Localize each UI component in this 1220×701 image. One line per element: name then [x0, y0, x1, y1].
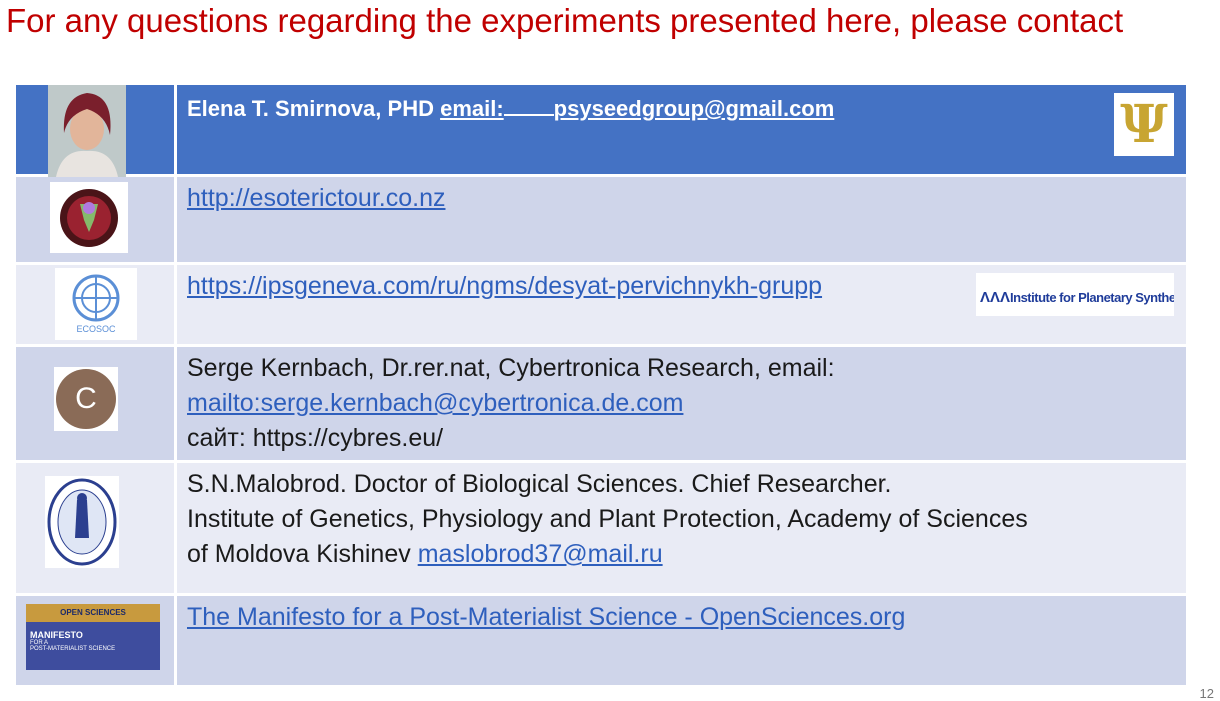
malobrod-line1: S.N.Malobrod. Doctor of Biological Scien… — [187, 470, 892, 498]
esoterictour-link[interactable]: http://esoterictour.co.nz — [187, 184, 445, 212]
photo-cell — [16, 85, 177, 177]
page-number: 12 — [1199, 686, 1214, 701]
underline-gap — [503, 94, 554, 116]
ecosoc-label: ECOSOC — [76, 324, 116, 334]
contact-cell: Elena T. Smirnova, PHD email: psyseedgrou… — [177, 85, 1186, 174]
contact-cell: https://ipsgeneva.com/ru/ngms/desyat-per… — [177, 265, 1186, 344]
slide-title: For any questions regarding the experime… — [6, 2, 1124, 39]
malobrod-line3: of Moldova Kishinev — [187, 540, 418, 568]
esoteric-globe-logo — [50, 182, 128, 253]
thumbnail-cell: OPEN SCIENCES MANIFESTO FOR A POST-MATER… — [16, 596, 177, 685]
contact-cell: The Manifesto for a Post-Materialist Sci… — [177, 596, 1186, 685]
avatar: C — [56, 369, 116, 429]
academy-seal-logo — [45, 476, 119, 568]
thumb-sub2: POST-MATERIALIST SCIENCE — [30, 646, 116, 652]
portrait-photo — [48, 85, 126, 177]
contact-row-malobrod: S.N.Malobrod. Doctor of Biological Scien… — [16, 463, 1186, 596]
ips-logo: ΛΛΛInstitute for Planetary Synthesis — [976, 273, 1174, 316]
contact-row-smirnova: Elena T. Smirnova, PHD email: psyseedgrou… — [16, 85, 1186, 177]
contact-row-kernbach: C Serge Kernbach, Dr.rer.nat, Cybertroni… — [16, 347, 1186, 463]
kernbach-email-link[interactable]: mailto:serge.kernbach@cybertronica.de.co… — [187, 389, 683, 417]
psi-icon: Ψ — [1120, 94, 1168, 155]
contacts-table: Elena T. Smirnova, PHD email: psyseedgrou… — [16, 85, 1186, 688]
kernbach-line: Serge Kernbach, Dr.rer.nat, Cybertronica… — [187, 354, 835, 382]
logo-cell — [16, 177, 177, 262]
thumb-title: MANIFESTO — [30, 630, 83, 640]
contact-row-esoterictour: http://esoterictour.co.nz — [16, 177, 1186, 265]
contact-cell: Serge Kernbach, Dr.rer.nat, Cybertronica… — [177, 347, 1186, 460]
email-link-smirnova[interactable]: psyseedgroup@gmail.com — [554, 96, 835, 121]
manifesto-thumbnail: OPEN SCIENCES MANIFESTO FOR A POST-MATER… — [26, 604, 160, 670]
malobrod-email-link[interactable]: maslobrod37@mail.ru — [418, 540, 663, 568]
psi-logo: Ψ — [1114, 93, 1174, 156]
email-label-link[interactable]: email: — [440, 96, 504, 121]
thumb-header: OPEN SCIENCES — [26, 604, 160, 622]
un-ecosoc-logo: ECOSOC — [55, 268, 137, 340]
malobrod-line2: Institute of Genetics, Physiology and Pl… — [187, 505, 1028, 533]
ips-logo-text: Institute for Planetary Synthesis — [1010, 290, 1174, 305]
ips-mountain-icon: ΛΛΛ — [980, 289, 1011, 306]
opensciences-link[interactable]: The Manifesto for a Post-Materialist Sci… — [187, 603, 905, 631]
contact-name: Elena T. Smirnova, PHD — [187, 96, 441, 121]
ipsgeneva-link[interactable]: https://ipsgeneva.com/ru/ngms/desyat-per… — [187, 272, 822, 300]
contact-row-ipsgeneva: ECOSOC https://ipsgeneva.com/ru/ngms/des… — [16, 265, 1186, 347]
logo-cell: ECOSOC — [16, 265, 177, 344]
kernbach-site-line: сайт: https://cybres.eu/ — [187, 424, 444, 452]
avatar-cell: C — [16, 347, 177, 460]
contact-row-opensciences: OPEN SCIENCES MANIFESTO FOR A POST-MATER… — [16, 596, 1186, 688]
contact-cell: S.N.Malobrod. Doctor of Biological Scien… — [177, 463, 1186, 593]
contact-cell: http://esoterictour.co.nz — [177, 177, 1186, 262]
avatar-frame: C — [54, 367, 118, 431]
logo-cell — [16, 463, 177, 593]
